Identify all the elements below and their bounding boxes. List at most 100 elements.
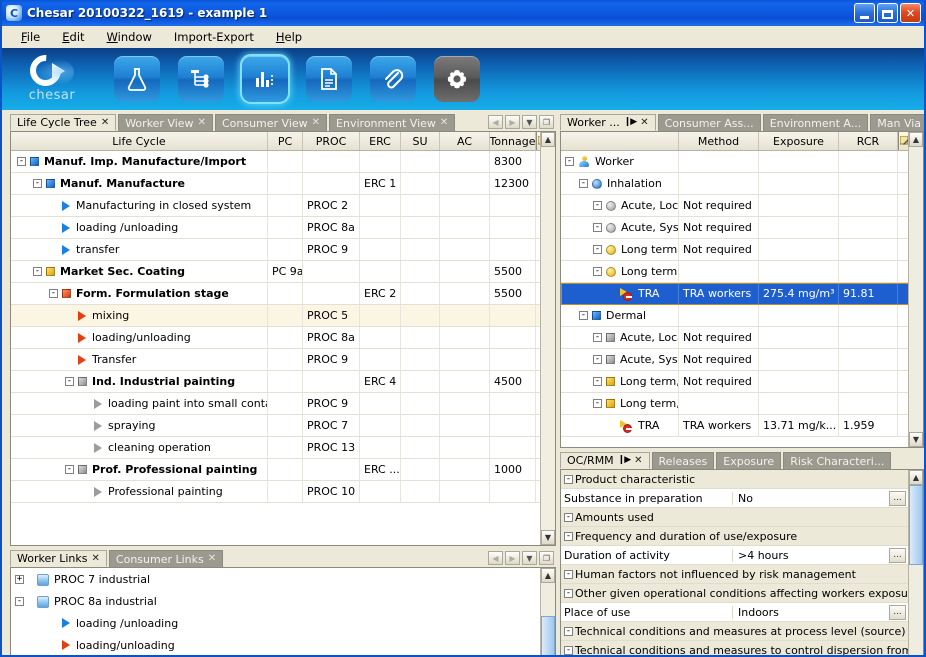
menu-item-window[interactable]: Window <box>96 28 163 46</box>
table-row[interactable]: transfer PROC 9 <box>11 239 555 261</box>
tree-expander[interactable]: - <box>65 465 74 474</box>
table-row[interactable]: - Worker <box>561 151 923 173</box>
maximize-button[interactable] <box>877 3 898 23</box>
property-value[interactable]: Indoors... <box>733 604 908 620</box>
tree-expander[interactable]: - <box>564 569 573 579</box>
worker-links-vscrollbar[interactable]: ▲ ▼ <box>540 568 555 655</box>
ellipsis-button[interactable]: ... <box>889 547 906 563</box>
scroll-up-icon[interactable]: ▲ <box>909 470 923 485</box>
property-value[interactable]: >4 hours... <box>733 547 908 563</box>
scrollbar-thumb[interactable] <box>909 485 923 565</box>
tree-expander[interactable]: - <box>564 531 573 541</box>
close-button[interactable]: ✕ <box>900 3 921 23</box>
list-item[interactable]: - PROC 8a industrial <box>11 590 555 612</box>
life-cycle-tree-icon[interactable] <box>178 56 224 102</box>
table-row[interactable]: - Manuf. Imp. Manufacture/Import 8300 <box>11 151 555 173</box>
col-tonnage[interactable]: Tonnage <box>490 132 536 150</box>
tree-expander[interactable]: - <box>49 289 58 298</box>
property-group-row[interactable]: - Other given operational conditions affe… <box>561 584 908 603</box>
tab-releases[interactable]: Releases <box>651 452 715 469</box>
property-row[interactable]: Substance in preparation No... <box>561 489 908 508</box>
tab-ocrmm[interactable]: OC/RMM ❙▶ ✕ <box>560 452 650 469</box>
table-row[interactable]: TRA TRA workers 13.71 mg/k... 1.959 <box>561 415 923 437</box>
tree-expander[interactable]: - <box>593 399 602 408</box>
property-group-row[interactable]: - Technical conditions and measures to co… <box>561 641 908 655</box>
property-group-row[interactable]: - Technical conditions and measures at pr… <box>561 622 908 641</box>
col-exposure[interactable]: Exposure <box>759 132 839 150</box>
tree-expander[interactable]: - <box>15 596 24 606</box>
tab-scroll-left-icon[interactable]: ◀ <box>488 551 503 565</box>
tab-scroll-right-icon[interactable]: ▶ <box>505 551 520 565</box>
tree-expander[interactable]: + <box>15 574 24 584</box>
tree-expander[interactable]: - <box>593 223 602 232</box>
table-row[interactable]: mixing PROC 5 <box>11 305 555 327</box>
table-row[interactable]: loading paint into small containe... PROC… <box>11 393 555 415</box>
table-row[interactable]: - Form. Formulation stage ERC 2 5500 <box>11 283 555 305</box>
property-row[interactable]: Duration of activity >4 hours... <box>561 546 908 565</box>
tab-risk-characterisation[interactable]: Risk Characteri... <box>783 452 892 469</box>
menu-item-help[interactable]: Help <box>265 28 313 46</box>
property-group-row[interactable]: - Human factors not influenced by risk ma… <box>561 565 908 584</box>
table-row[interactable]: - Long term,... <box>561 393 923 415</box>
scroll-down-icon[interactable]: ▼ <box>909 432 923 447</box>
tree-expander[interactable]: - <box>33 267 42 276</box>
list-item[interactable]: loading/unloading <box>11 634 555 655</box>
table-row[interactable]: - Acute, LocalNot required <box>561 327 923 349</box>
tree-expander[interactable]: - <box>593 201 602 210</box>
tree-expander[interactable]: - <box>564 512 573 522</box>
property-row[interactable]: Place of use Indoors... <box>561 603 908 622</box>
tree-expander[interactable]: - <box>593 245 602 254</box>
table-row[interactable]: - Prof. Professional painting ERC ... 1000 <box>11 459 555 481</box>
close-icon[interactable]: ✕ <box>440 118 448 128</box>
table-row[interactable]: - Long term,...Not required <box>561 239 923 261</box>
table-row[interactable]: - Acute, LocalNot required <box>561 195 923 217</box>
col-proc[interactable]: PROC <box>303 132 360 150</box>
property-group-row[interactable]: - Frequency and duration of use/exposure <box>561 527 908 546</box>
tree-expander[interactable]: - <box>65 377 74 386</box>
ellipsis-button[interactable]: ... <box>889 490 906 506</box>
close-icon[interactable]: ✕ <box>634 455 642 466</box>
col-erc[interactable]: ERC <box>360 132 401 150</box>
settings-gear-icon[interactable] <box>434 56 480 102</box>
table-row[interactable]: TRA TRA workers 275.4 mg/m³ 91.81 <box>561 283 923 305</box>
tree-expander[interactable]: - <box>17 157 26 166</box>
table-row[interactable]: loading /unloading PROC 8a <box>11 217 555 239</box>
tab-worker-view[interactable]: Worker View ✕ <box>118 114 213 131</box>
tab-man-via-environment[interactable]: Man Via Envir... <box>870 114 924 131</box>
ellipsis-button[interactable]: ... <box>889 604 906 620</box>
tree-expander[interactable]: - <box>579 179 588 188</box>
close-icon[interactable]: ✕ <box>640 117 648 128</box>
tab-life-cycle-tree[interactable]: Life Cycle Tree ✕ <box>10 114 117 131</box>
tree-expander[interactable]: - <box>593 355 602 364</box>
tab-worker-links[interactable]: Worker Links ✕ <box>10 550 107 567</box>
maximize-panel-icon[interactable]: ❐ <box>539 115 554 129</box>
substance-icon[interactable] <box>114 56 160 102</box>
ocrmm-vscrollbar[interactable]: ▲ ▼ <box>908 470 923 655</box>
close-icon[interactable]: ✕ <box>198 118 206 128</box>
table-row[interactable]: Professional painting PROC 10 <box>11 481 555 503</box>
close-icon[interactable]: ✕ <box>92 553 100 564</box>
life-cycle-vscrollbar[interactable]: ▲ ▼ <box>540 132 555 545</box>
tab-consumer-assessment[interactable]: Consumer Ass... <box>657 114 761 131</box>
tab-environment-view[interactable]: Environment View ✕ <box>329 114 456 131</box>
list-item[interactable]: + PROC 7 industrial <box>11 568 555 590</box>
close-icon[interactable]: ✕ <box>101 117 109 128</box>
col-ac[interactable]: AC <box>440 132 490 150</box>
scroll-up-icon[interactable]: ▲ <box>541 568 555 583</box>
close-icon[interactable]: ✕ <box>208 554 216 564</box>
pin-icon[interactable]: ❙▶ <box>624 118 638 127</box>
attachment-clip-icon[interactable] <box>370 56 416 102</box>
close-icon[interactable]: ✕ <box>312 118 320 128</box>
tab-list-chevron-down-icon[interactable]: ▼ <box>522 115 537 129</box>
table-row[interactable]: - Long term,...Not required <box>561 371 923 393</box>
tree-expander[interactable]: - <box>564 645 573 655</box>
scrollbar-thumb[interactable] <box>541 616 555 655</box>
col-rcr[interactable]: RCR <box>839 132 898 150</box>
property-group-row[interactable]: - Product characteristic <box>561 470 908 489</box>
col-su[interactable]: SU <box>401 132 440 150</box>
maximize-panel-icon[interactable]: ❐ <box>539 551 554 565</box>
scroll-down-icon[interactable]: ▼ <box>541 530 555 545</box>
table-row[interactable]: - Dermal <box>561 305 923 327</box>
tab-exposure[interactable]: Exposure <box>716 452 782 469</box>
property-value[interactable]: No... <box>733 490 908 506</box>
